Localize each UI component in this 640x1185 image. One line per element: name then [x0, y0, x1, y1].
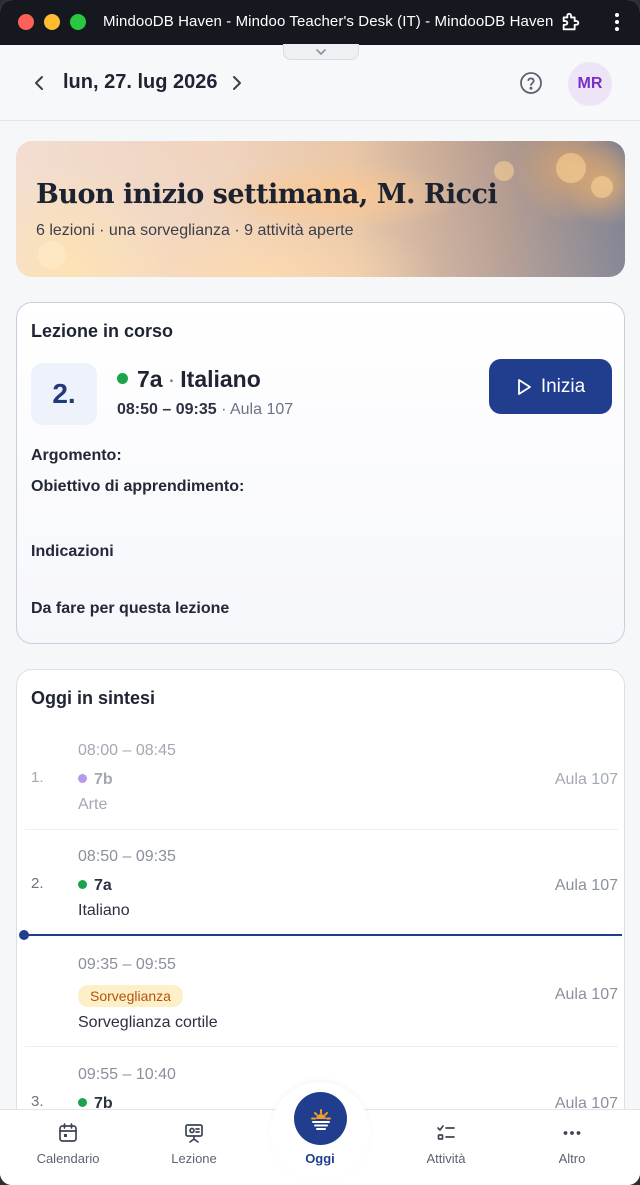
time-range: 09:35 – 09:55: [78, 956, 176, 973]
tab-tasks[interactable]: Attività: [391, 1122, 501, 1166]
class-name: 7a: [137, 366, 163, 392]
class-color-dot: [117, 373, 128, 385]
calendar-icon: [59, 1123, 77, 1142]
app-window: MindooDB Haven - Mindoo Teacher's Desk (…: [0, 0, 640, 1185]
time-range: 09:55 – 10:40: [78, 1066, 176, 1083]
room-label: Aula 107: [554, 877, 618, 894]
room-label: Aula 107: [554, 771, 618, 788]
tab-label: Calendario: [36, 1151, 100, 1166]
class-name: 7a: [78, 877, 112, 895]
help-icon[interactable]: [519, 71, 543, 95]
class-color-dot: [78, 1098, 87, 1108]
lesson-number: 2.: [31, 875, 44, 892]
current-time-indicator: [22, 934, 622, 936]
chevron-left-icon[interactable]: [28, 72, 50, 94]
start-lesson-button[interactable]: Inizia: [489, 359, 612, 414]
checklist-icon: [437, 1125, 455, 1140]
avatar[interactable]: MR: [568, 62, 612, 106]
class-color-dot: [78, 774, 87, 784]
more-vertical-icon[interactable]: [608, 11, 626, 33]
tab-more[interactable]: Altro: [517, 1122, 627, 1166]
tab-lesson[interactable]: Lezione: [139, 1122, 249, 1166]
tab-label: Attività: [426, 1151, 466, 1166]
divider: [25, 1046, 618, 1047]
play-icon: [517, 378, 531, 395]
room-label: Aula 107: [554, 986, 618, 1003]
start-button-label: Inizia: [540, 375, 586, 397]
objective-label: Obiettivo di apprendimento:: [31, 478, 245, 495]
separator: ·: [167, 366, 176, 392]
tab-label: Lezione: [171, 1151, 217, 1166]
subject-name: Arte: [78, 796, 108, 813]
chevron-right-icon[interactable]: [226, 72, 248, 94]
tab-label: Altro: [558, 1151, 586, 1166]
more-horizontal-icon: [563, 1131, 581, 1135]
current-date[interactable]: lun, 27. lug 2026: [63, 71, 218, 94]
card-title: Lezione in corso: [31, 321, 174, 341]
close-window-button[interactable]: [18, 14, 34, 30]
maximize-window-button[interactable]: [70, 14, 86, 30]
minimize-window-button[interactable]: [44, 14, 60, 30]
greeting-title: Buon inizio settimana, M. Ricci: [36, 179, 498, 210]
status-badge: Sorveglianza: [78, 985, 183, 1007]
time-range: 08:50 – 09:35: [117, 401, 217, 418]
list-item[interactable]: 2. 08:50 – 09:35 7a Italiano Aula 107: [25, 846, 618, 936]
window-title: MindooDB Haven - Mindoo Teacher's Desk (…: [103, 13, 554, 30]
lesson-number: 1.: [31, 769, 44, 786]
topic-label: Argomento:: [31, 447, 122, 464]
welcome-banner: Buon inizio settimana, M. Ricci 6 lezion…: [16, 141, 625, 277]
room-label: · Aula 107: [221, 401, 294, 418]
class-color-dot: [78, 880, 87, 890]
window-controls: [18, 14, 86, 30]
chevron-down-icon: [316, 48, 326, 55]
class-label: 7b: [94, 771, 113, 788]
tab-calendar[interactable]: Calendario: [13, 1122, 123, 1166]
sunrise-icon: [310, 1108, 331, 1130]
time-range: 08:00 – 08:45: [78, 742, 176, 759]
lesson-number: 3.: [31, 1093, 44, 1110]
subject-name: Italiano: [180, 366, 261, 392]
lesson-time: 08:50 – 09:35 · Aula 107: [117, 401, 293, 419]
title-bar: MindooDB Haven - Mindoo Teacher's Desk (…: [0, 0, 640, 45]
card-title: Oggi in sintesi: [31, 688, 156, 708]
subject-name: Sorveglianza cortile: [78, 1014, 218, 1031]
current-time-dot: [19, 930, 29, 940]
class-name: 7b: [78, 771, 113, 789]
lesson-number: 2.: [31, 363, 97, 425]
list-item[interactable]: 1. 08:00 – 08:45 7b Arte Aula 107: [25, 740, 618, 830]
time-range: 08:50 – 09:35: [78, 848, 176, 865]
notes-label: Indicazioni: [31, 543, 114, 560]
day-summary: 6 lezioni · una sorveglianza · 9 attivit…: [36, 222, 354, 239]
tab-label-today[interactable]: Oggi: [270, 1151, 370, 1166]
divider: [25, 829, 618, 830]
current-lesson-card[interactable]: Lezione in corso 2. 7a · Italiano 08:50 – …: [16, 302, 625, 644]
todo-label: Da fare per questa lezione: [31, 600, 230, 617]
tab-today[interactable]: [294, 1092, 347, 1145]
list-item[interactable]: 09:35 – 09:55 Sorveglianza Sorveglianza …: [25, 955, 618, 1045]
subject-name: Italiano: [78, 902, 130, 919]
presentation-icon: [185, 1124, 203, 1143]
pull-down-handle[interactable]: [283, 44, 359, 60]
puzzle-icon[interactable]: [560, 11, 582, 33]
lesson-heading: 7a · Italiano: [117, 366, 261, 393]
class-label: 7a: [94, 877, 112, 894]
